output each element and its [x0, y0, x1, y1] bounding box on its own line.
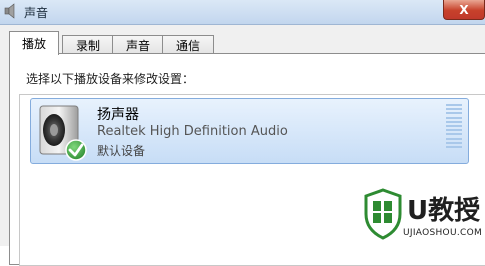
- speaker-icon: [39, 105, 87, 161]
- watermark-url: UJIAOSHOU.COM: [403, 228, 483, 238]
- tab-communications[interactable]: 通信: [162, 35, 214, 54]
- device-item-speakers[interactable]: 扬声器 Realtek High Definition Audio 默认设备: [30, 98, 469, 164]
- device-name: 扬声器: [97, 107, 139, 123]
- tab-label: 录制: [75, 38, 100, 53]
- tab-label: 通信: [175, 38, 200, 53]
- tab-playback[interactable]: 播放: [9, 31, 59, 55]
- tab-sounds[interactable]: 声音: [112, 35, 164, 54]
- volume-level-meter: [446, 104, 462, 148]
- instruction-text: 选择以下播放设备来修改设置：: [26, 72, 195, 86]
- tab-label: 声音: [125, 38, 150, 53]
- tab-recording[interactable]: 录制: [62, 35, 114, 54]
- device-description: Realtek High Definition Audio: [97, 124, 288, 139]
- sound-app-icon: [4, 3, 15, 19]
- device-status: 默认设备: [97, 144, 146, 158]
- window-title: 声音: [24, 6, 49, 20]
- close-button[interactable]: X: [443, 0, 485, 20]
- watermark-logo: U教授 UJIAOSHOU.COM: [363, 188, 483, 244]
- close-icon: X: [459, 2, 469, 17]
- tab-label: 播放: [21, 37, 46, 51]
- title-bar[interactable]: 声音 X: [0, 0, 485, 25]
- watermark-name: U教授: [407, 196, 481, 226]
- shield-logo-icon: [364, 188, 402, 240]
